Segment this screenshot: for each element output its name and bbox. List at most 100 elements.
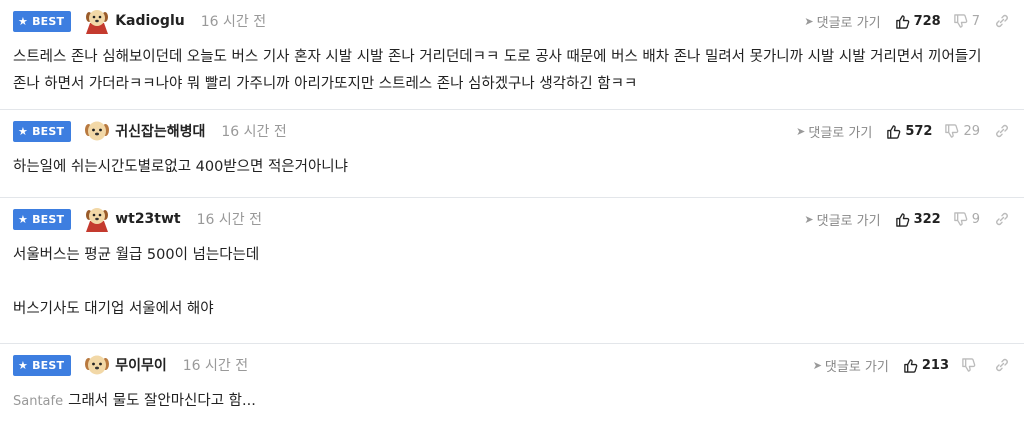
dog-icon [85,355,110,375]
downvote-button[interactable] [961,357,980,373]
upvote-button[interactable]: 728 [895,14,941,29]
reply-label: 댓글로 가기 [816,213,881,229]
upvote-count: 322 [913,211,941,227]
comment-actions: ➤ 댓글로 가기 322 9 [804,206,1010,232]
comment-header: ★ BEST 귀신잡는해병대 16 시간 전 ➤ 댓글로 가기 572 29 [13,118,1010,144]
comment-item: ★ BEST wt23twt 16 시간 전 ➤ 댓글로 가기 322 9 서울버스… [0,198,1024,344]
best-label: BEST [32,358,65,372]
link-share-button[interactable] [994,13,1010,29]
thumbs-down-icon [962,357,976,372]
avatar[interactable] [84,352,110,378]
thumbs-down-icon [953,211,968,226]
comment-text-span: 서울버스는 평균 월급 500이 넘는다는데 [13,247,260,263]
link-share-button[interactable] [994,357,1010,373]
comment-list: ★ BEST Kadioglu 16 시간 전 ➤ 댓글로 가기 728 7 스트레… [0,0,1024,428]
avatar[interactable] [84,8,110,34]
best-label: BEST [32,212,65,226]
link-icon [996,14,1008,28]
star-icon: ★ [18,358,29,372]
nickname[interactable]: wt23twt [115,211,180,227]
send-arrow-icon: ➤ [804,212,814,226]
comment-header: ★ BEST wt23twt 16 시간 전 ➤ 댓글로 가기 322 9 [13,206,1010,232]
dog-caped-icon [86,208,109,232]
nickname[interactable]: Kadioglu [115,13,185,29]
star-icon: ★ [18,124,29,138]
comment-body: 서울버스는 평균 월급 500이 넘는다는데버스기사도 대기업 서울에서 해야 [13,242,1010,323]
upvote-count: 728 [913,13,941,29]
dog-icon [85,121,110,141]
downvote-count: 9 [971,211,980,227]
avatar[interactable] [84,118,110,144]
go-to-reply-link[interactable]: ➤ 댓글로 가기 [813,356,889,375]
comment-time: 16 시간 전 [196,212,262,228]
star-icon: ★ [18,14,29,28]
reply-label: 댓글로 가기 [824,359,889,375]
best-label: BEST [32,14,65,28]
link-share-button[interactable] [994,211,1010,227]
comment-text: 스트레스 존나 심해보이던데 오늘도 버스 기사 혼자 시발 시발 존나 거리던… [13,44,1010,98]
thumbs-up-icon [887,124,901,139]
comment-actions: ➤ 댓글로 가기 728 7 [804,8,1010,34]
comment-time: 16 시간 전 [182,358,249,374]
comment-actions: ➤ 댓글로 가기 213 [813,352,1010,378]
comment-body: 스트레스 존나 심해보이던데 오늘도 버스 기사 혼자 시발 시발 존나 거리던… [13,44,1010,98]
comment-text-span: 그래서 물도 잘안마신다고 함... [68,393,256,409]
comment-item: ★ BEST Kadioglu 16 시간 전 ➤ 댓글로 가기 728 7 스트레… [0,0,1024,110]
comment-item: ★ BEST 귀신잡는해병대 16 시간 전 ➤ 댓글로 가기 572 29 하는일… [0,110,1024,198]
comment-text-span: 스트레스 존나 심해보이던데 오늘도 버스 기사 혼자 시발 시발 존나 거리던… [13,49,987,92]
comment-body: 하는일에 쉬는시간도별로없고 400받으면 적은거아니냐 [13,154,1010,181]
nickname[interactable]: 귀신잡는해병대 [115,121,205,141]
upvote-button[interactable]: 213 [903,358,949,373]
comment-text: 버스기사도 대기업 서울에서 해야 [13,296,1010,323]
best-badge: ★ BEST [13,208,72,230]
go-to-reply-link[interactable]: ➤ 댓글로 가기 [804,12,880,31]
link-icon [996,358,1008,372]
send-arrow-icon: ➤ [796,124,806,138]
comment-text-span: 버스기사도 대기업 서울에서 해야 [13,301,214,317]
best-label: BEST [32,124,65,138]
downvote-count: 7 [971,13,980,29]
device-label: Santafe [13,394,64,409]
upvote-count: 572 [905,123,933,139]
best-badge: ★ BEST [13,10,72,32]
comment-header: ★ BEST Kadioglu 16 시간 전 ➤ 댓글로 가기 728 7 [13,8,1010,34]
thumbs-up-icon [895,14,909,29]
thumbs-down-icon [945,123,959,138]
dog-caped-icon [86,10,109,34]
downvote-button[interactable]: 9 [953,212,980,227]
downvote-button[interactable]: 29 [944,124,980,139]
best-badge: ★ BEST [13,354,72,376]
comment-time: 16 시간 전 [221,124,287,140]
downvote-button[interactable]: 7 [953,14,980,29]
thumbs-up-icon [904,358,918,373]
comment-text-span: 하는일에 쉬는시간도별로없고 400받으면 적은거아니냐 [13,159,348,175]
upvote-button[interactable]: 322 [895,212,941,227]
comment-text: 서울버스는 평균 월급 500이 넘는다는데 [13,242,1010,269]
link-icon [996,124,1008,138]
comment-header: ★ BEST 무이무이 16 시간 전 ➤ 댓글로 가기 213 [13,352,1010,378]
best-badge: ★ BEST [13,120,72,142]
comment-item: ★ BEST 무이무이 16 시간 전 ➤ 댓글로 가기 213 Santafe 그래… [0,344,1024,428]
comment-text: 하는일에 쉬는시간도별로없고 400받으면 적은거아니냐 [13,154,1010,181]
reply-label: 댓글로 가기 [808,125,873,141]
avatar[interactable] [84,206,110,232]
comment-actions: ➤ 댓글로 가기 572 29 [796,118,1010,144]
send-arrow-icon: ➤ [812,358,822,372]
nickname[interactable]: 무이무이 [115,355,167,375]
link-icon [996,212,1008,226]
comment-body: Santafe 그래서 물도 잘안마신다고 함... [13,388,1010,415]
link-share-button[interactable] [994,123,1010,139]
star-icon: ★ [18,212,29,226]
go-to-reply-link[interactable]: ➤ 댓글로 가기 [804,210,880,229]
comment-time: 16 시간 전 [200,14,267,30]
thumbs-up-icon [895,212,909,227]
go-to-reply-link[interactable]: ➤ 댓글로 가기 [796,122,872,141]
downvote-count: 29 [963,123,980,139]
reply-label: 댓글로 가기 [816,15,881,31]
send-arrow-icon: ➤ [804,14,814,28]
comment-text: Santafe 그래서 물도 잘안마신다고 함... [13,388,1010,415]
upvote-count: 213 [921,357,949,373]
thumbs-down-icon [953,13,968,28]
upvote-button[interactable]: 572 [886,124,932,139]
